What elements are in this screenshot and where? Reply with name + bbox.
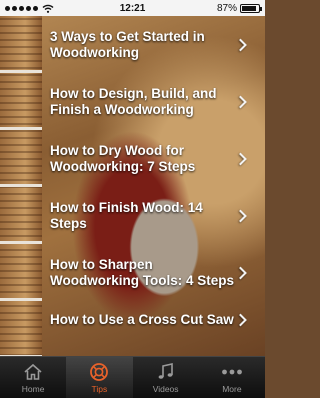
home-icon — [21, 361, 45, 383]
music-notes-icon — [154, 361, 178, 383]
tab-videos[interactable]: Videos — [133, 357, 199, 398]
tab-bar: Home Tips Videos More — [0, 356, 265, 398]
tab-more[interactable]: More — [199, 357, 265, 398]
list-item[interactable]: How to Sharpen Woodworking Tools: 4 Step… — [0, 244, 265, 301]
tab-label: Videos — [152, 384, 179, 394]
battery-fill — [242, 5, 256, 11]
article-title: How to Design, Build, and Finish a Woodw… — [50, 85, 217, 117]
status-bar: 12:21 87% — [0, 0, 265, 16]
article-list-screen[interactable]: 3 Ways to Get Started in Woodworking How… — [0, 16, 265, 356]
tab-tips[interactable]: Tips — [66, 357, 133, 398]
article-title: How to Dry Wood for Woodworking: 7 Steps — [50, 142, 196, 174]
tab-label: Tips — [91, 384, 108, 394]
list-item[interactable]: 3 Ways to Get Started in Woodworking — [0, 16, 265, 73]
article-title: 3 Ways to Get Started in Woodworking — [50, 28, 205, 60]
tab-label: More — [222, 384, 242, 394]
list-item[interactable]: How to Dry Wood for Woodworking: 7 Steps — [0, 130, 265, 187]
list-item[interactable]: How to Finish Wood: 14 Steps — [0, 187, 265, 244]
tab-home[interactable]: Home — [0, 357, 66, 398]
signal-strength-icon — [5, 5, 38, 11]
more-dots-icon — [220, 361, 244, 383]
article-title: How to Sharpen Woodworking Tools: 4 Step… — [50, 256, 235, 288]
list-item[interactable]: How to Design, Build, and Finish a Woodw… — [0, 73, 265, 130]
status-right: 87% — [216, 2, 262, 14]
wifi-icon — [42, 4, 54, 13]
article-list: 3 Ways to Get Started in Woodworking How… — [0, 16, 265, 339]
list-item[interactable]: How to Use a Cross Cut Saw — [0, 301, 265, 339]
lifebuoy-icon — [87, 361, 111, 383]
article-title: How to Use a Cross Cut Saw — [50, 312, 234, 327]
battery-percent: 87% — [216, 2, 237, 14]
article-title: How to Finish Wood: 14 Steps — [50, 199, 203, 231]
tab-label: Home — [21, 384, 45, 394]
status-left — [5, 4, 54, 13]
chevron-right-icon — [234, 313, 247, 327]
battery-icon — [240, 3, 262, 13]
